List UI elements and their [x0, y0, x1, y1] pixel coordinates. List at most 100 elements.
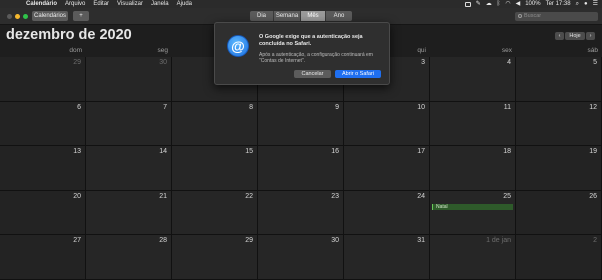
day-cell[interactable]: 31: [344, 235, 430, 280]
siri-icon[interactable]: ●: [584, 0, 588, 8]
day-number: 23: [331, 192, 339, 200]
day-cell[interactable]: 19: [516, 146, 602, 191]
wifi-icon[interactable]: ◠: [505, 0, 510, 8]
day-cell[interactable]: 1 de jan: [430, 235, 516, 280]
day-number: 4: [507, 59, 511, 66]
day-number: 27: [73, 237, 81, 245]
next-month-button[interactable]: ›: [586, 32, 595, 40]
zoom-button[interactable]: [23, 14, 28, 19]
tab-dia[interactable]: Dia: [250, 11, 274, 21]
day-cell[interactable]: 22: [172, 190, 258, 236]
search-field[interactable]: Buscar: [515, 12, 598, 21]
day-number: 14: [159, 148, 167, 156]
day-number: 3: [421, 59, 425, 66]
battery-text[interactable]: 100%: [525, 0, 540, 8]
at-sign-icon: @: [227, 35, 249, 57]
day-cell[interactable]: 26: [516, 190, 602, 236]
day-cell[interactable]: 12: [516, 101, 602, 147]
day-cell[interactable]: 29: [0, 57, 86, 102]
day-cell[interactable]: 16: [258, 146, 344, 191]
day-number: 21: [159, 192, 167, 200]
day-cell[interactable]: 8: [172, 101, 258, 147]
day-cell[interactable]: 5: [516, 57, 602, 102]
menu-editar[interactable]: Editar: [93, 0, 109, 8]
dialog-message: Após a autenticação, a configuração cont…: [259, 52, 373, 64]
day-number: 19: [589, 148, 597, 156]
day-cell[interactable]: 2: [516, 235, 602, 280]
open-safari-button[interactable]: Abrir o Safari: [335, 70, 381, 78]
weekday-label: sex: [501, 47, 512, 54]
menu-ajuda[interactable]: Ajuda: [177, 0, 192, 8]
day-cell[interactable]: 20: [0, 190, 86, 236]
day-number: 22: [245, 192, 253, 200]
day-cell[interactable]: 13: [0, 146, 86, 191]
day-cell[interactable]: 15: [172, 146, 258, 191]
day-cell[interactable]: 23: [258, 190, 344, 236]
status-area: ✎ ☁ ᛒ ◠ ◀ 100% Ter 17:38 ⌕ ● ☰: [464, 0, 598, 8]
status-box-icon[interactable]: [464, 1, 471, 7]
tab-semana[interactable]: Semana: [274, 11, 301, 21]
volume-icon[interactable]: ◀: [516, 0, 521, 8]
day-number: 8: [249, 103, 253, 111]
pen-icon[interactable]: ✎: [476, 0, 481, 8]
day-number: 28: [159, 237, 167, 245]
event-natal[interactable]: Natal: [432, 203, 513, 210]
day-cell[interactable]: 21: [86, 190, 172, 236]
day-cell[interactable]: 28: [86, 235, 172, 280]
spotlight-icon[interactable]: ⌕: [576, 0, 579, 8]
day-number: 10: [417, 103, 425, 111]
day-cell[interactable]: 14: [86, 146, 172, 191]
control-menu-icon[interactable]: ☰: [593, 0, 598, 8]
menu-bar: Calendário Arquivo Editar Visualizar Jan…: [0, 0, 602, 8]
day-cell[interactable]: 9: [258, 101, 344, 147]
today-button[interactable]: Hoje: [565, 32, 585, 40]
day-cell[interactable]: 30: [86, 57, 172, 102]
day-number: 1 de jan: [486, 237, 511, 245]
day-cell[interactable]: 24: [344, 190, 430, 236]
menu-visualizar[interactable]: Visualizar: [117, 0, 143, 8]
search-placeholder: Buscar: [524, 13, 542, 19]
weekday-label: seg: [157, 47, 168, 54]
close-button[interactable]: [7, 14, 12, 19]
day-cell[interactable]: 25 Natal: [430, 190, 516, 236]
bluetooth-icon[interactable]: ᛒ: [497, 0, 501, 8]
cloud-icon[interactable]: ☁: [486, 0, 492, 8]
day-cell[interactable]: 29: [172, 235, 258, 280]
cancel-button[interactable]: Cancelar: [294, 70, 331, 78]
tab-mes[interactable]: Mês: [301, 11, 326, 21]
day-number: 24: [417, 192, 425, 200]
day-number: 29: [245, 237, 253, 245]
day-cell[interactable]: 4: [430, 57, 516, 102]
menu-arquivo[interactable]: Arquivo: [65, 0, 85, 8]
day-number: 18: [503, 148, 511, 156]
day-number: 5: [593, 59, 597, 66]
day-cell[interactable]: 18: [430, 146, 516, 191]
menu-app-name[interactable]: Calendário: [26, 0, 57, 8]
day-number: 29: [73, 59, 81, 66]
day-number: 30: [331, 237, 339, 245]
day-cell[interactable]: 27: [0, 235, 86, 280]
day-number: 13: [73, 148, 81, 156]
auth-dialog: @ O Google exige que a autenticação seja…: [214, 22, 390, 85]
day-number: 20: [73, 192, 81, 200]
add-event-button[interactable]: +: [73, 11, 89, 21]
weekday-label: sáb: [587, 47, 598, 54]
tab-ano[interactable]: Ano: [326, 11, 352, 21]
day-number: 7: [163, 103, 167, 111]
day-number: 11: [503, 103, 511, 111]
prev-month-button[interactable]: ‹: [555, 32, 564, 40]
calendars-button[interactable]: Calendários: [32, 11, 68, 21]
day-cell[interactable]: 10: [344, 101, 430, 147]
day-number: 12: [589, 103, 597, 111]
menu-janela[interactable]: Janela: [151, 0, 169, 8]
day-cell[interactable]: 17: [344, 146, 430, 191]
clock[interactable]: Ter 17:38: [546, 0, 571, 8]
day-cell[interactable]: 6: [0, 101, 86, 147]
day-number: 25: [503, 192, 511, 200]
day-cell[interactable]: 11: [430, 101, 516, 147]
minimize-button[interactable]: [15, 14, 20, 19]
day-number: 17: [417, 148, 425, 156]
day-cell[interactable]: 30: [258, 235, 344, 280]
weekday-label: dom: [69, 47, 82, 54]
day-cell[interactable]: 7: [86, 101, 172, 147]
